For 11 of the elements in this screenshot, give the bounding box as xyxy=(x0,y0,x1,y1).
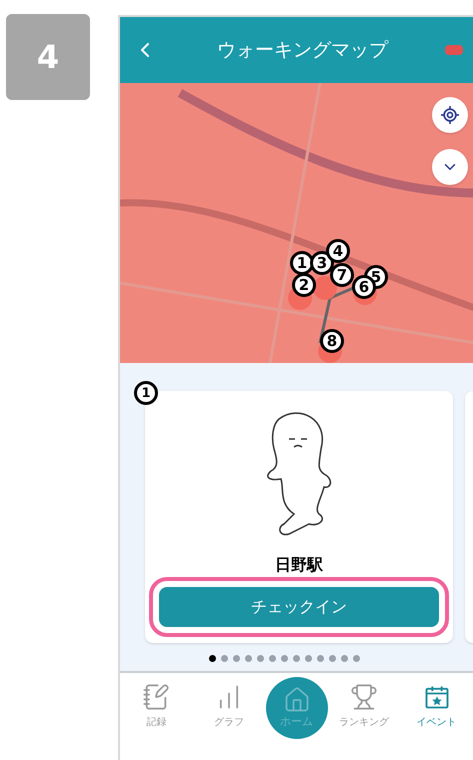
battery-icon xyxy=(445,45,463,55)
card-marker: 1 xyxy=(134,381,158,405)
check-in-button[interactable]: チェックイン xyxy=(159,587,439,627)
step-number: 4 xyxy=(6,14,90,100)
nav-tab[interactable]: イベント xyxy=(400,683,473,730)
locate-icon xyxy=(440,105,460,125)
home-icon xyxy=(282,686,310,714)
trophy-icon xyxy=(350,683,378,711)
header-title: ウォーキングマップ xyxy=(216,38,390,63)
spot-name: 日野駅 xyxy=(275,554,323,576)
notebook-pen-icon xyxy=(142,683,170,711)
